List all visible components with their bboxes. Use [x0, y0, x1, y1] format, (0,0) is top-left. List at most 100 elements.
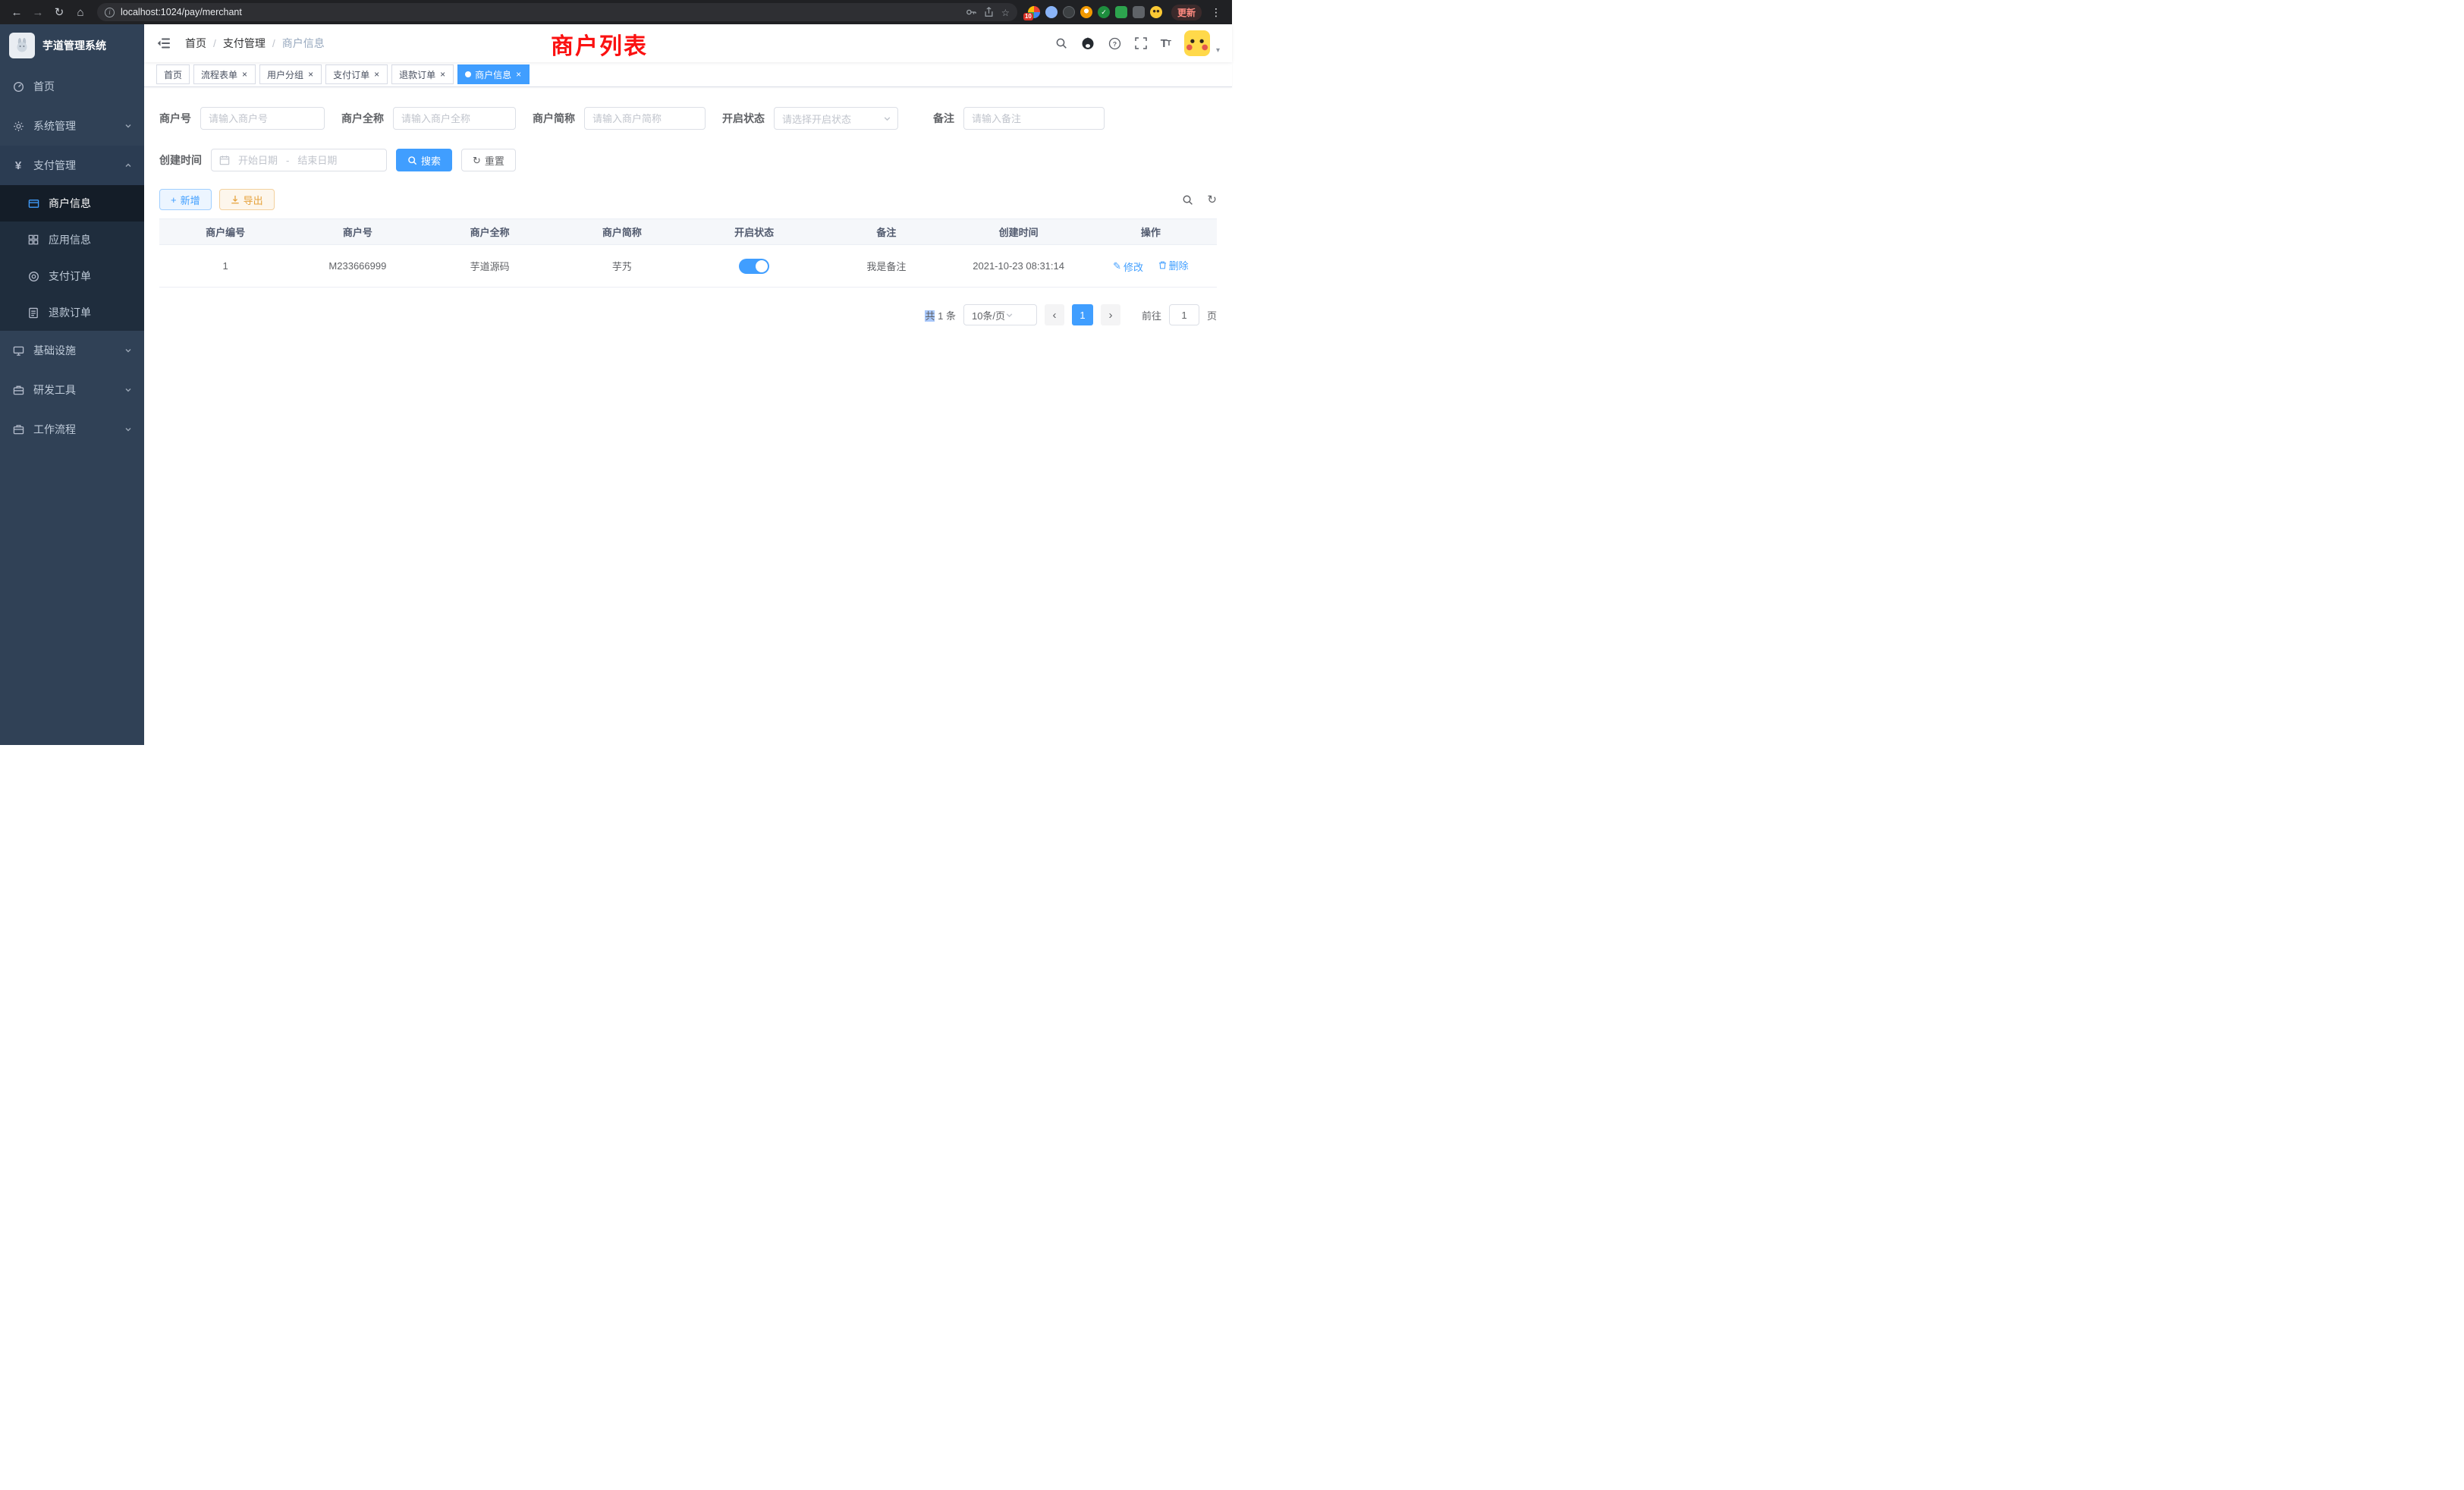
- extension-icon[interactable]: [1063, 6, 1075, 18]
- main-area: 首页 / 支付管理 / 商户信息 ? TT ▾ 首页: [144, 24, 1232, 745]
- sidebar-item-dev-tools[interactable]: 研发工具: [0, 370, 144, 410]
- export-button-label: 导出: [244, 193, 263, 207]
- show-search-icon[interactable]: [1182, 194, 1193, 206]
- end-date-input[interactable]: [294, 155, 341, 166]
- url-text[interactable]: localhost:1024/pay/merchant: [121, 7, 960, 17]
- browser-menu-icon[interactable]: ⋮: [1208, 6, 1224, 19]
- search-icon[interactable]: [1055, 37, 1067, 49]
- tab-home[interactable]: 首页: [156, 64, 190, 84]
- column-header: 商户简称: [556, 219, 688, 245]
- short-name-input[interactable]: [584, 107, 706, 130]
- extension-icon[interactable]: [1115, 6, 1127, 18]
- password-key-icon[interactable]: [966, 7, 976, 17]
- address-bar[interactable]: i localhost:1024/pay/merchant ☆: [97, 3, 1017, 21]
- close-icon[interactable]: ×: [515, 70, 522, 79]
- tab-refund-order[interactable]: 退款订单 ×: [391, 64, 454, 84]
- reset-button[interactable]: ↻ 重置: [461, 149, 516, 171]
- page-size-select[interactable]: 10条/页: [963, 304, 1037, 325]
- breadcrumb-item[interactable]: 支付管理: [223, 36, 266, 51]
- column-header: 操作: [1085, 219, 1217, 245]
- tab-label: 商户信息: [475, 68, 511, 81]
- extension-badge: 10: [1023, 13, 1033, 20]
- svg-text:?: ?: [1113, 39, 1117, 47]
- sidebar-item-home[interactable]: 首页: [0, 67, 144, 106]
- fullscreen-icon[interactable]: [1135, 37, 1147, 49]
- date-range-picker[interactable]: -: [211, 149, 387, 171]
- user-avatar[interactable]: [1184, 30, 1210, 56]
- total-text: 共 1 条: [925, 308, 956, 322]
- sidebar-item-label: 商户信息: [49, 196, 91, 211]
- status-toggle[interactable]: [739, 259, 769, 274]
- share-icon[interactable]: [984, 7, 994, 17]
- font-size-icon[interactable]: TT: [1161, 37, 1171, 50]
- help-icon[interactable]: ?: [1108, 37, 1121, 50]
- plus-icon: +: [171, 195, 177, 205]
- reload-icon[interactable]: ↻: [50, 3, 68, 21]
- sidebar-item-payment[interactable]: ¥ 支付管理: [0, 146, 144, 185]
- home-icon[interactable]: ⌂: [71, 3, 90, 21]
- close-icon[interactable]: ×: [241, 70, 248, 79]
- app-logo[interactable]: 芋道管理系统: [0, 24, 144, 67]
- sidebar-item-infrastructure[interactable]: 基础设施: [0, 331, 144, 370]
- profile-emoji-icon[interactable]: [1150, 6, 1162, 18]
- browser-update-button[interactable]: 更新: [1171, 5, 1202, 20]
- full-name-label: 商户全称: [341, 111, 384, 126]
- forward-icon[interactable]: →: [29, 3, 47, 21]
- refresh-table-icon[interactable]: ↻: [1207, 193, 1217, 206]
- breadcrumb-separator: /: [272, 37, 275, 49]
- sidebar-item-label: 退款订单: [49, 305, 91, 320]
- close-icon[interactable]: ×: [373, 70, 380, 79]
- remark-input[interactable]: [963, 107, 1105, 130]
- status-label: 开启状态: [722, 111, 765, 126]
- sidebar-item-merchant-info[interactable]: 商户信息: [0, 185, 144, 222]
- sidebar-item-label: 系统管理: [33, 118, 76, 134]
- extension-icon[interactable]: 10: [1028, 6, 1040, 18]
- chevron-down-icon[interactable]: ▾: [1216, 46, 1220, 55]
- close-icon[interactable]: ×: [307, 70, 314, 79]
- current-page-button[interactable]: 1: [1072, 304, 1093, 325]
- column-header: 商户编号: [159, 219, 291, 245]
- bookmark-star-icon[interactable]: ☆: [1001, 7, 1010, 18]
- document-icon: [27, 306, 39, 319]
- chevron-down-icon: [124, 386, 132, 394]
- next-page-button[interactable]: ›: [1101, 304, 1120, 325]
- extension-icon[interactable]: [1080, 6, 1092, 18]
- chevron-down-icon: [124, 426, 132, 433]
- tab-user-group[interactable]: 用户分组 ×: [259, 64, 322, 84]
- tab-pay-order[interactable]: 支付订单 ×: [325, 64, 388, 84]
- sidebar-item-refund-order[interactable]: 退款订单: [0, 294, 144, 331]
- delete-link[interactable]: 删除: [1158, 258, 1189, 272]
- back-icon[interactable]: ←: [8, 3, 26, 21]
- full-name-input[interactable]: [393, 107, 516, 130]
- extension-icon[interactable]: ✓: [1098, 6, 1110, 18]
- pagination: 共 1 条 10条/页 ‹ 1 › 前往 页: [159, 304, 1217, 325]
- site-info-icon[interactable]: i: [105, 8, 115, 17]
- sidebar-item-pay-order[interactable]: 支付订单: [0, 258, 144, 294]
- tab-merchant-info[interactable]: 商户信息 ×: [457, 64, 530, 84]
- export-button[interactable]: 导出: [219, 189, 275, 210]
- merchant-no-input[interactable]: [200, 107, 325, 130]
- table-header-row: 商户编号 商户号 商户全称 商户简称 开启状态 备注 创建时间 操作: [159, 219, 1217, 245]
- prev-page-button[interactable]: ‹: [1045, 304, 1064, 325]
- sidebar-item-label: 支付订单: [49, 269, 91, 284]
- start-date-input[interactable]: [234, 155, 281, 166]
- tab-process-form[interactable]: 流程表单 ×: [193, 64, 256, 84]
- sidebar-item-workflow[interactable]: 工作流程: [0, 410, 144, 449]
- monitor-icon: [12, 344, 24, 357]
- edit-link[interactable]: ✎ 修改: [1113, 259, 1143, 274]
- github-icon[interactable]: [1081, 36, 1095, 50]
- goto-page-input[interactable]: [1169, 304, 1199, 325]
- extension-icon[interactable]: [1133, 6, 1145, 18]
- sidebar-item-app-info[interactable]: 应用信息: [0, 222, 144, 258]
- extension-icon[interactable]: [1045, 6, 1058, 18]
- status-select[interactable]: 请选择开启状态: [774, 107, 898, 130]
- search-button[interactable]: 搜索: [396, 149, 452, 171]
- sidebar-item-system[interactable]: 系统管理: [0, 106, 144, 146]
- breadcrumb-item[interactable]: 首页: [185, 36, 206, 51]
- tab-label: 退款订单: [399, 68, 435, 81]
- download-icon: [231, 195, 240, 204]
- add-button[interactable]: + 新增: [159, 189, 212, 210]
- sidebar: 芋道管理系统 首页 系统管理 ¥ 支付管理 商户信息: [0, 24, 144, 745]
- close-icon[interactable]: ×: [439, 70, 446, 79]
- sidebar-toggle-icon[interactable]: [156, 36, 171, 51]
